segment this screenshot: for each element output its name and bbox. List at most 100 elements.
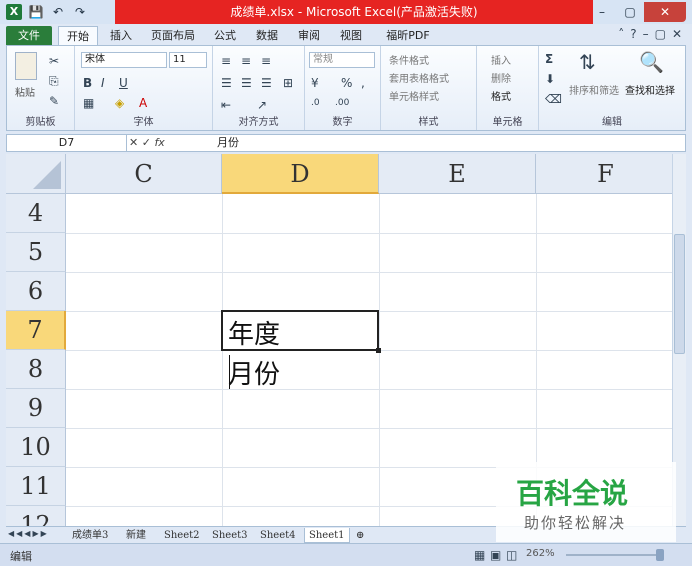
sheet-tab-5[interactable]: Sheet4 — [260, 528, 296, 543]
row-header-6[interactable]: 6 — [6, 272, 66, 311]
chevron-up-icon[interactable]: ˄ — [618, 27, 624, 41]
column-header-c[interactable]: C — [66, 154, 222, 194]
align-middle-icon[interactable]: ≡ — [241, 54, 251, 68]
column-header-d[interactable]: D — [222, 154, 379, 194]
underline-button[interactable]: U — [119, 76, 128, 90]
decrease-decimal-icon[interactable]: .00 — [335, 98, 349, 108]
page-layout-view-icon[interactable]: ▣ — [490, 548, 501, 562]
tab-insert[interactable]: 插入 — [104, 26, 138, 45]
tab-data[interactable]: 数据 — [250, 26, 284, 45]
row-header-5[interactable]: 5 — [6, 233, 66, 272]
conditional-format-button[interactable]: 条件格式 — [389, 52, 429, 67]
enter-icon[interactable]: ✓ — [142, 136, 151, 149]
select-all-button[interactable] — [6, 154, 66, 194]
currency-icon[interactable]: ¥ — [311, 76, 319, 90]
number-format-combo[interactable]: 常规 — [309, 52, 375, 68]
tab-review[interactable]: 审阅 — [292, 26, 326, 45]
sheet-tab-4[interactable]: Sheet3 — [212, 528, 248, 543]
window-controls: – ▢ ✕ — [588, 2, 686, 22]
increase-decimal-icon[interactable]: .0 — [311, 98, 320, 108]
sort-filter-icon[interactable]: ⇅ — [579, 50, 596, 74]
fill-color-icon[interactable]: ◈ — [115, 96, 124, 110]
cell-d8[interactable]: 月份 — [228, 354, 280, 391]
tab-home[interactable]: 开始 — [58, 26, 98, 45]
merge-cells-icon[interactable]: ⊞ — [283, 76, 293, 90]
column-header-f[interactable]: F — [536, 154, 672, 194]
restore-button[interactable]: ▢ — [616, 2, 644, 22]
tab-view[interactable]: 视图 — [334, 26, 368, 45]
tab-foxit-pdf[interactable]: 福昕PDF — [378, 26, 438, 45]
text-caret — [229, 355, 230, 389]
close-workbook-icon[interactable]: ✕ — [672, 27, 682, 41]
insert-function-button[interactable]: fx — [154, 136, 164, 149]
row-header-11[interactable]: 11 — [6, 467, 66, 506]
cell-d7[interactable]: 年度 — [228, 314, 280, 351]
orientation-icon[interactable]: ↗ — [257, 98, 267, 112]
format-as-table-button[interactable]: 套用表格格式 — [389, 70, 449, 85]
sheet-tab-active[interactable]: Sheet1 — [304, 528, 350, 543]
align-bottom-icon[interactable]: ≡ — [261, 54, 271, 68]
minimize-button[interactable]: – — [588, 2, 616, 22]
sheet-tab-1[interactable]: 成绩单3 — [72, 528, 108, 543]
indent-icon[interactable]: ⇤ — [221, 98, 231, 112]
cell-styles-button[interactable]: 单元格样式 — [389, 88, 439, 103]
redo-icon[interactable]: ↷ — [72, 4, 88, 20]
font-size-combo[interactable]: 11 — [169, 52, 207, 68]
align-top-icon[interactable]: ≡ — [221, 54, 231, 68]
tab-formulas[interactable]: 公式 — [208, 26, 242, 45]
italic-button[interactable]: I — [101, 76, 105, 90]
row-header-8[interactable]: 8 — [6, 350, 66, 389]
minimize-ribbon-icon[interactable]: – — [643, 27, 649, 41]
name-box[interactable]: D7 — [7, 135, 127, 151]
styles-group-label: 样式 — [418, 117, 439, 128]
zoom-slider[interactable] — [566, 554, 662, 556]
row-header-4[interactable]: 4 — [6, 194, 66, 233]
sheet-nav-arrows-icon[interactable]: ◀◀◀▶▶ — [8, 529, 49, 538]
row-header-9[interactable]: 9 — [6, 389, 66, 428]
align-right-icon[interactable]: ☰ — [261, 76, 272, 90]
align-center-icon[interactable]: ☰ — [241, 76, 252, 90]
tab-page-layout[interactable]: 页面布局 — [146, 26, 200, 45]
normal-view-icon[interactable]: ▦ — [474, 548, 485, 562]
column-header-e[interactable]: E — [379, 154, 536, 194]
close-button[interactable]: ✕ — [644, 2, 686, 22]
zoom-slider-knob[interactable] — [656, 549, 664, 561]
insert-cells-button[interactable]: 插入 — [491, 52, 511, 67]
copy-icon[interactable]: ⎘ — [49, 74, 59, 89]
help-icon[interactable]: ? — [630, 27, 636, 41]
formula-input[interactable]: 月份 — [217, 135, 239, 151]
percent-button[interactable]: % — [341, 76, 352, 90]
row-header-7[interactable]: 7 — [6, 311, 66, 350]
bold-button[interactable]: B — [83, 76, 92, 90]
undo-icon[interactable]: ↶ — [50, 4, 66, 20]
align-left-icon[interactable]: ☰ — [221, 76, 232, 90]
comma-icon[interactable]: , — [361, 76, 365, 90]
excel-app-icon[interactable]: X — [6, 4, 22, 20]
new-sheet-icon[interactable]: ⊕ — [356, 528, 364, 543]
cut-icon[interactable]: ✂ — [49, 54, 59, 68]
paste-icon[interactable] — [15, 52, 37, 80]
delete-cells-button[interactable]: 删除 — [491, 70, 511, 85]
row-header-10[interactable]: 10 — [6, 428, 66, 467]
find-select-icon[interactable]: 🔍 — [639, 50, 664, 74]
fill-icon[interactable]: ⬇ — [545, 72, 555, 86]
zoom-level[interactable]: 262% — [526, 548, 555, 559]
font-color-icon[interactable]: A — [139, 96, 147, 110]
restore-window-icon[interactable]: ▢ — [655, 27, 666, 41]
autosum-icon[interactable]: Σ — [545, 52, 553, 66]
save-icon[interactable]: 💾 — [28, 4, 44, 20]
page-break-view-icon[interactable]: ◫ — [506, 548, 517, 562]
scrollbar-thumb[interactable] — [674, 234, 685, 354]
sort-filter-label[interactable]: 排序和筛选 — [569, 82, 619, 97]
format-painter-icon[interactable]: ✎ — [49, 94, 59, 108]
format-cells-button[interactable]: 格式 — [491, 88, 511, 103]
border-icon[interactable]: ▦ — [83, 96, 94, 110]
font-name-combo[interactable]: 宋体 — [81, 52, 167, 68]
sheet-tab-3[interactable]: Sheet2 — [164, 528, 200, 543]
cancel-icon[interactable]: ✕ — [129, 136, 138, 149]
clear-icon[interactable]: ⌫ — [545, 92, 562, 106]
find-select-label[interactable]: 查找和选择 — [625, 82, 675, 97]
tab-file[interactable]: 文件 — [6, 26, 52, 45]
sheet-tab-2[interactable]: 新建 — [126, 528, 146, 543]
row-header-12[interactable]: 12 — [6, 506, 66, 526]
